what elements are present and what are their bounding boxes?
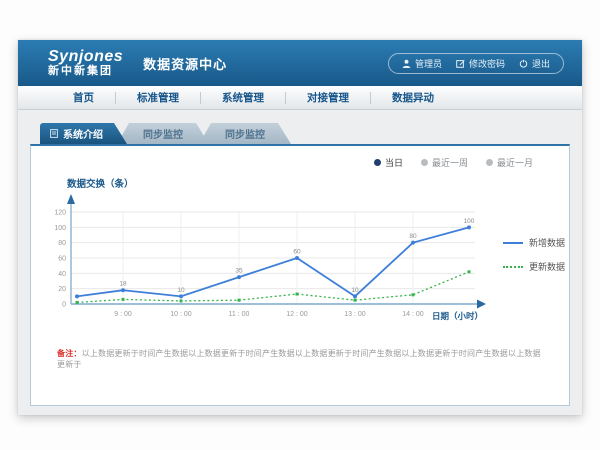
legend-label: 新增数据 [529,236,565,249]
radio-label: 最近一周 [432,156,468,169]
footnote-text: 以上数据更新于时间产生数据以上数据更新于时间产生数据以上数据更新于时间产生数据以… [57,349,541,369]
svg-text:13 : 00: 13 : 00 [344,311,366,318]
legend-item-updated-data: 更新数据 [503,260,565,273]
logo[interactable]: Synjones 新中新集团 [48,49,123,77]
svg-text:120: 120 [54,210,66,217]
user-name-label: 管理员 [415,57,442,70]
blue-line-swatch-icon [503,242,523,244]
svg-text:100: 100 [464,218,475,225]
page-title: 数据资源中心 [143,54,227,73]
svg-text:80: 80 [409,233,417,240]
green-dotted-swatch-icon [503,266,523,268]
range-filter: 当日 最近一周 最近一月 [374,156,533,169]
legend-item-new-data: 新增数据 [503,236,565,249]
tab-bar: 系统介绍 同步监控 同步监控 [40,123,570,144]
header-bar: Synjones 新中新集团 数据资源中心 管理员 修改密码 退出 [18,40,582,86]
user-toolbar: 管理员 修改密码 退出 [388,53,564,74]
radio-last-week[interactable]: 最近一周 [421,156,468,169]
logo-subtext: 新中新集团 [48,66,123,78]
change-password-button[interactable]: 修改密码 [456,57,505,70]
legend-label: 更新数据 [529,260,565,273]
svg-text:10 : 00: 10 : 00 [170,311,192,318]
svg-text:日期（小时）: 日期（小时） [432,311,483,321]
line-chart: 0 20 40 60 80 100 120 9 : 00 10 : 00 11 : 00 12 : … [45,192,491,326]
radio-today[interactable]: 当日 [374,156,403,169]
svg-text:10: 10 [177,287,185,294]
tab-label: 同步监控 [143,126,183,141]
tab-label: 系统介绍 [63,126,103,141]
svg-text:12 : 00: 12 : 00 [286,311,308,318]
edit-icon [456,59,465,68]
svg-text:35: 35 [235,268,243,275]
radio-label: 最近一月 [497,156,533,169]
change-password-label: 修改密码 [469,57,505,70]
svg-text:60: 60 [293,249,301,256]
content-area: 系统介绍 同步监控 同步监控 当日 最近一周 [18,110,582,415]
tab-sync-monitor-1[interactable]: 同步监控 [117,123,209,144]
radio-label: 当日 [385,156,403,169]
svg-text:14 : 00: 14 : 00 [402,311,424,318]
nav-item-interface-mgmt[interactable]: 对接管理 [286,90,370,105]
user-icon [402,59,411,68]
svg-text:20: 20 [58,286,66,293]
svg-text:100: 100 [54,225,66,232]
svg-text:60: 60 [58,256,66,263]
radio-dot-icon [486,159,493,166]
user-menu[interactable]: 管理员 [402,57,442,70]
svg-text:11 : 00: 11 : 00 [229,311,250,318]
tab-label: 同步监控 [225,126,265,141]
nav-item-standard-mgmt[interactable]: 标准管理 [116,90,200,105]
chart-region: 0 20 40 60 80 100 120 9 : 00 10 : 00 11 : 00 12 : … [31,192,569,326]
footnote-prefix: 备注： [57,349,82,358]
svg-text:80: 80 [58,240,66,247]
nav-item-home[interactable]: 首页 [52,90,115,105]
nav-item-data-change[interactable]: 数据异动 [371,90,455,105]
svg-text:9 : 00: 9 : 00 [114,311,132,318]
svg-text:10: 10 [351,287,359,294]
radio-dot-icon [421,159,428,166]
tab-sync-monitor-2[interactable]: 同步监控 [199,123,291,144]
svg-text:18: 18 [119,281,127,288]
logout-label: 退出 [532,57,550,70]
chart-panel: 当日 最近一周 最近一月 数据交换（条） 0 20 40 60 80 100 120 9 : … [30,144,570,406]
document-icon [50,129,58,138]
footnote: 备注：以上数据更新于时间产生数据以上数据更新于时间产生数据以上数据更新于时间产生… [57,348,543,370]
svg-text:0: 0 [62,302,66,309]
radio-last-month[interactable]: 最近一月 [486,156,533,169]
svg-text:40: 40 [58,271,66,278]
logo-text: Synjones [48,49,123,66]
y-axis-title: 数据交换（条） [67,176,569,190]
power-icon [519,59,528,68]
radio-dot-icon [374,159,381,166]
app-window: Synjones 新中新集团 数据资源中心 管理员 修改密码 退出 [18,40,582,415]
tab-system-intro[interactable]: 系统介绍 [40,123,127,144]
logout-button[interactable]: 退出 [519,57,550,70]
chart-legend: 新增数据 更新数据 [503,192,565,326]
main-nav: 首页 标准管理 系统管理 对接管理 数据异动 [18,86,582,110]
nav-item-system-mgmt[interactable]: 系统管理 [201,90,285,105]
